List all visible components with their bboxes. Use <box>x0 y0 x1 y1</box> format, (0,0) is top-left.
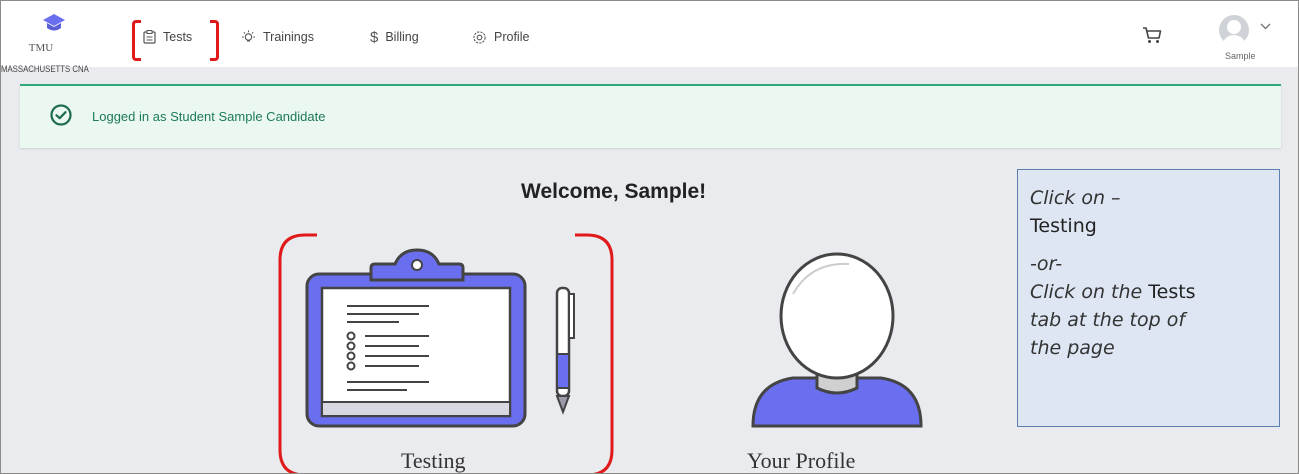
alert-message: Logged in as Student Sample Candidate <box>92 109 326 124</box>
callout-line5: the page <box>1030 337 1115 359</box>
callout-line3-prefix: Click on the <box>1030 281 1149 303</box>
nav-tests[interactable]: Tests <box>143 27 192 47</box>
nav-profile[interactable]: Profile <box>472 27 529 47</box>
callout-or: -or- <box>1030 253 1063 275</box>
brand-logo[interactable]: TMU MASSACHUSETTS CNA <box>1 9 113 75</box>
app-frame: TMU MASSACHUSETTS CNA Tests Trainings $ … <box>0 0 1299 474</box>
nav-billing-label: Billing <box>385 30 419 44</box>
callout-testing: Testing <box>1030 215 1097 237</box>
tests-highlight-right-bracket <box>210 20 219 61</box>
user-name: Sample <box>1225 51 1256 61</box>
graduation-cap-icon <box>43 14 65 31</box>
top-navbar: TMU MASSACHUSETTS CNA Tests Trainings $ … <box>1 1 1298 75</box>
callout-tests: Tests <box>1148 281 1196 303</box>
check-circle-icon <box>50 104 72 126</box>
instruction-callout: Click on – Testing -or- Click on the Tes… <box>1017 169 1280 427</box>
nav-trainings-label: Trainings <box>263 30 314 44</box>
nav-billing[interactable]: $ Billing <box>370 27 419 47</box>
profile-card-label: Your Profile <box>747 448 856 473</box>
profile-card[interactable]: Your Profile <box>691 232 981 473</box>
lightbulb-icon <box>242 30 255 41</box>
testing-card-label: Testing <box>401 448 466 473</box>
clipboard-illustration-icon <box>305 248 575 428</box>
nav-profile-label: Profile <box>494 30 530 44</box>
dollar-icon: $ <box>370 28 379 46</box>
testing-card[interactable]: Testing <box>277 232 615 473</box>
tests-highlight-left-bracket <box>132 20 141 61</box>
gear-icon <box>473 30 486 44</box>
callout-line1: Click on – <box>1030 187 1121 209</box>
nav-trainings[interactable]: Trainings <box>241 27 314 47</box>
avatar[interactable] <box>1219 15 1249 45</box>
cart-icon[interactable] <box>1142 27 1162 44</box>
callout-line4: tab at the top of <box>1030 309 1186 331</box>
login-success-alert: Logged in as Student Sample Candidate <box>20 84 1281 148</box>
user-silhouette-icon <box>751 252 923 428</box>
nav-tests-label: Tests <box>163 30 193 44</box>
chevron-down-icon[interactable] <box>1260 23 1271 30</box>
welcome-heading: Welcome, Sample! <box>521 180 707 203</box>
clipboard-icon <box>143 30 156 44</box>
brand-full-name: MASSACHUSETTS CNA <box>1 64 89 75</box>
brand-short-name: TMU <box>28 42 54 54</box>
